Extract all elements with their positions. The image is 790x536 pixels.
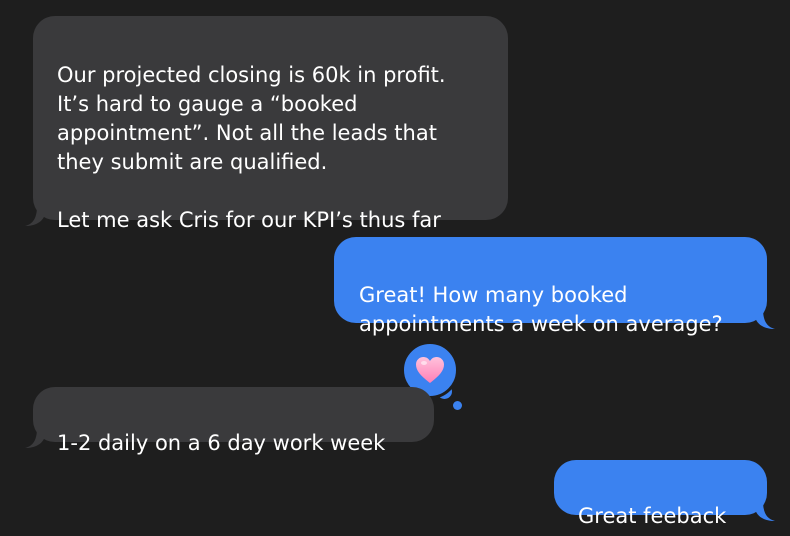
heart-icon bbox=[416, 357, 444, 383]
message-thread: • • • • Our projected closing is 60k in … bbox=[0, 0, 790, 536]
incoming-message-bubble[interactable]: Our projected closing is 60k in profit. … bbox=[25, 16, 508, 232]
outgoing-message-bubble[interactable]: Great feeback bbox=[554, 460, 775, 528]
bubble-tail-icon bbox=[755, 309, 775, 329]
bubble-tail-icon bbox=[25, 428, 45, 448]
incoming-message-bubble[interactable]: 1-2 daily on a 6 day work week bbox=[25, 387, 434, 455]
message-text: Our projected closing is 60k in profit. … bbox=[57, 63, 446, 232]
bubble-tail-icon bbox=[25, 206, 45, 226]
message-text: 1-2 daily on a 6 day work week bbox=[57, 431, 386, 455]
bubble-tail-icon bbox=[755, 501, 775, 521]
message-text: Great! How many booked appointments a we… bbox=[359, 283, 723, 336]
timestamp-sliver: • • • • bbox=[290, 0, 410, 2]
tapback-bubble-dot bbox=[453, 401, 462, 410]
message-text: Great feeback bbox=[578, 504, 727, 528]
outgoing-message-bubble[interactable]: Great! How many booked appointments a we… bbox=[334, 237, 775, 336]
